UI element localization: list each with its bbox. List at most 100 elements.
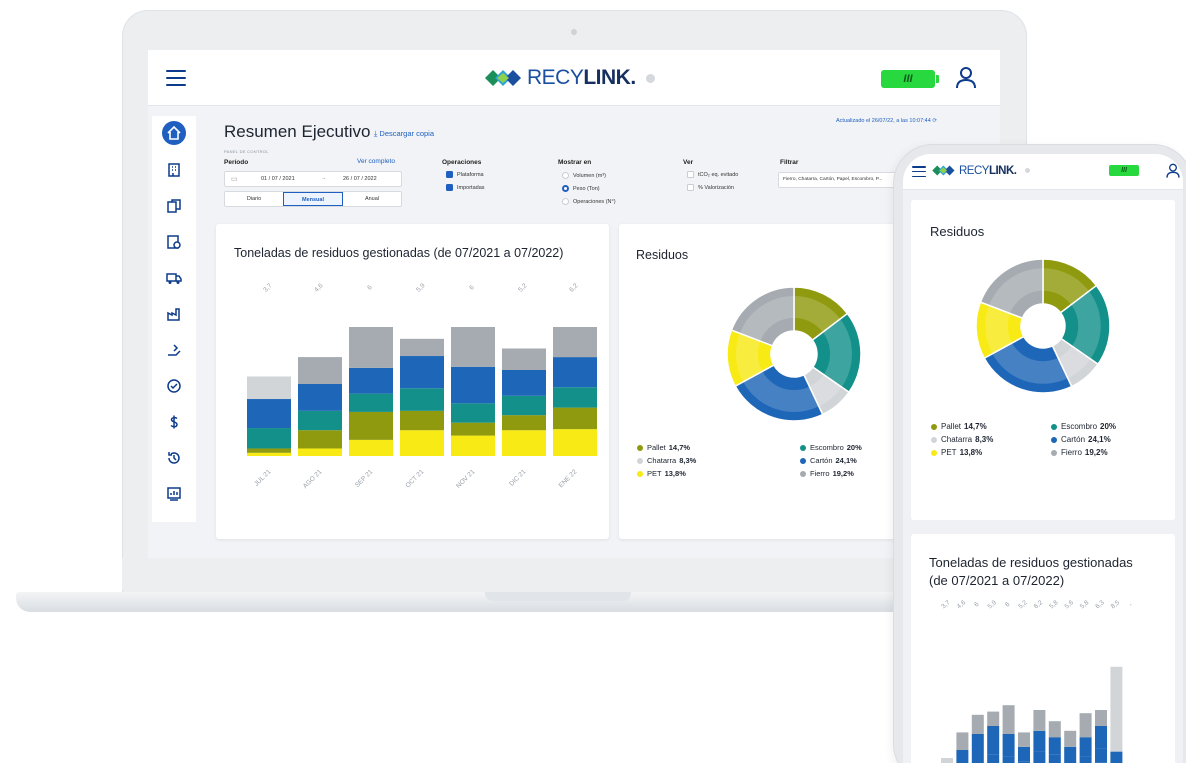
bar-total-label: 6 — [366, 284, 374, 292]
mobile-user-icon[interactable] — [1165, 163, 1181, 179]
sidebar-item-history[interactable] — [162, 446, 186, 470]
mobile-legend-item-carton: Cartón 24,1% — [1051, 435, 1111, 444]
mobile-top-bar: RECYLINK. III — [903, 154, 1183, 190]
download-copy-link[interactable]: ⤓ Descargar copia — [374, 129, 434, 139]
mobile-bar-segment-fierro — [971, 714, 984, 734]
legend-name: Cartón — [810, 456, 833, 465]
mobile-bar-total-label: 5,6 — [1064, 599, 1076, 610]
mobile-stacked-bar-chart: 3,7 4,6 6 5,9 6 5,2 6,2 5,8 5,6 5,8 6,3 8,5- — [940, 599, 1134, 763]
sidebar-item-documents[interactable] — [162, 194, 186, 218]
mobile-recylink-logo[interactable]: RECYLINK. — [931, 163, 1030, 178]
bar-total-label: 6,2 — [568, 282, 580, 294]
legend-value: 20% — [846, 443, 862, 452]
bar-segment-cartón — [247, 399, 291, 429]
bar-chart-card: Toneladas de residuos gestionadas (de 07… — [216, 224, 609, 539]
refresh-icon[interactable]: ⟳ — [932, 118, 937, 124]
download-copy-label: Descargar copia — [379, 129, 435, 138]
mobile-bar-total-label: 5,9 — [987, 599, 999, 610]
recylink-logo[interactable]: RECYLINK. — [483, 66, 655, 90]
marketing-stage: RECYLINK. III Resumen Ejecutivo ⤓ Descar… — [0, 0, 1186, 763]
dollar-icon — [170, 415, 178, 429]
granularity-daily[interactable]: Diario — [225, 192, 283, 206]
sidebar-item-recycle[interactable] — [162, 338, 186, 362]
filter-select[interactable]: Fierro, Chatarra, Cartón, Papel, Escombr… — [778, 172, 908, 188]
sidebar-item-factory[interactable] — [162, 302, 186, 326]
legend-value: 13,8% — [664, 469, 686, 478]
desktop-dashboard: RECYLINK. III Resumen Ejecutivo ⤓ Descar… — [148, 50, 1000, 558]
operations-imported-checkbox[interactable]: Importadas — [446, 184, 485, 191]
calendar-icon: ▭ — [231, 176, 238, 183]
operations-platform-checkbox[interactable]: Plataforma — [446, 171, 484, 178]
menu-icon[interactable] — [166, 70, 186, 86]
mobile-pie-card: Residuos Pallet 14,7% Escombro 20% Chatarra 8… — [911, 200, 1175, 520]
period-label: Período — [224, 159, 249, 166]
bar-segment-escombro — [247, 428, 291, 449]
view-label: Ver — [683, 159, 694, 166]
sidebar-item-truck[interactable] — [162, 266, 186, 290]
bar-segment-pet — [247, 452, 291, 456]
bar-segment-pallet — [553, 407, 597, 430]
legend-dot-icon — [637, 444, 643, 451]
legend-name: Pallet — [941, 422, 962, 431]
bar-category-label: AGO 21 — [302, 468, 324, 490]
building-icon — [168, 163, 180, 177]
bar-segment-pallet — [298, 430, 342, 449]
date-range-input[interactable]: ▭ 01 / 07 / 2021 → 26 / 07 / 2022 — [224, 171, 402, 187]
bar-segment-escombro — [502, 395, 546, 416]
top-bar: RECYLINK. III — [148, 50, 1000, 106]
home-icon — [167, 125, 181, 140]
bar-category-label: DIC 21 — [508, 468, 528, 488]
legend-item-pallet: Pallet 14,7% — [637, 443, 690, 452]
bar-total-label: 5,9 — [415, 282, 427, 294]
date-to: 26 / 07 / 2022 — [343, 176, 377, 182]
mobile-bar-segment-fierro — [1079, 713, 1092, 738]
mobile-bar-segment-fierro — [1064, 730, 1077, 747]
mobile-bar-total-label: 5,8 — [1079, 599, 1091, 610]
sidebar-item-building[interactable] — [162, 158, 186, 182]
certificate-icon — [167, 235, 181, 249]
bar-category-label: OCT 21 — [404, 468, 425, 489]
legend-dot-icon — [1051, 449, 1057, 456]
legend-value: 13,8% — [959, 448, 983, 457]
bar-segment-cartón — [400, 356, 444, 389]
bar-segment-cartón — [553, 357, 597, 388]
mobile-bar-segment-carton-c — [956, 750, 969, 763]
sidebar-item-billing[interactable] — [162, 410, 186, 434]
operations-platform-label: Plataforma — [457, 171, 484, 178]
mobile-bar-total-label: 6 — [973, 601, 981, 609]
show-in-operations-radio[interactable]: Operaciones (N°) — [562, 198, 616, 205]
report-icon — [167, 487, 181, 501]
mobile-bar-total-label: 5,8 — [1048, 599, 1060, 610]
mobile-bar-segment-carton-c — [1002, 734, 1015, 757]
granularity-yearly[interactable]: Anual — [343, 192, 401, 206]
battery-indicator: III — [881, 70, 939, 88]
bar-segment-fierro — [451, 327, 495, 367]
view-co2-checkbox[interactable]: tCO₂ eq. evitado — [687, 171, 738, 178]
sidebar-item-home[interactable] — [162, 121, 186, 145]
bar-segment-cartón — [502, 370, 546, 396]
view-co2-label: tCO₂ eq. evitado — [698, 171, 739, 178]
mobile-bar-segment-carton-c — [1079, 737, 1092, 757]
mobile-bar-segment-fierro — [1002, 705, 1015, 734]
mobile-battery-indicator: III — [1109, 165, 1139, 176]
granularity-monthly[interactable]: Mensual — [283, 192, 343, 206]
mobile-legend-item-escombro: Escombro 20% — [1051, 422, 1116, 431]
view-valorization-checkbox[interactable]: % Valorización — [687, 184, 734, 191]
show-in-volume-radio[interactable]: Volumen (m³) — [562, 172, 606, 179]
history-icon — [168, 452, 180, 464]
legend-name: Fierro — [810, 469, 830, 478]
brand-suffix: LINK — [583, 66, 631, 89]
user-icon[interactable] — [954, 66, 978, 90]
show-in-weight-radio[interactable]: Peso (Ton) — [562, 185, 600, 192]
sidebar-item-verify[interactable] — [162, 374, 186, 398]
mobile-menu-icon[interactable] — [912, 166, 926, 178]
legend-value: 14,7% — [668, 443, 691, 452]
sidebar-item-certificate[interactable] — [162, 230, 186, 254]
mobile-legend-item-chatarra: Chatarra 8,3% — [931, 435, 993, 444]
mobile-bar-segment-carton-c — [1033, 730, 1046, 752]
sidebar-item-reports[interactable] — [162, 482, 186, 506]
bar-segment-chatarra — [247, 376, 291, 400]
see-full-link[interactable]: Ver completo — [357, 158, 395, 165]
checkbox-checked-icon — [446, 171, 453, 178]
bar-segment-pet — [553, 429, 597, 456]
